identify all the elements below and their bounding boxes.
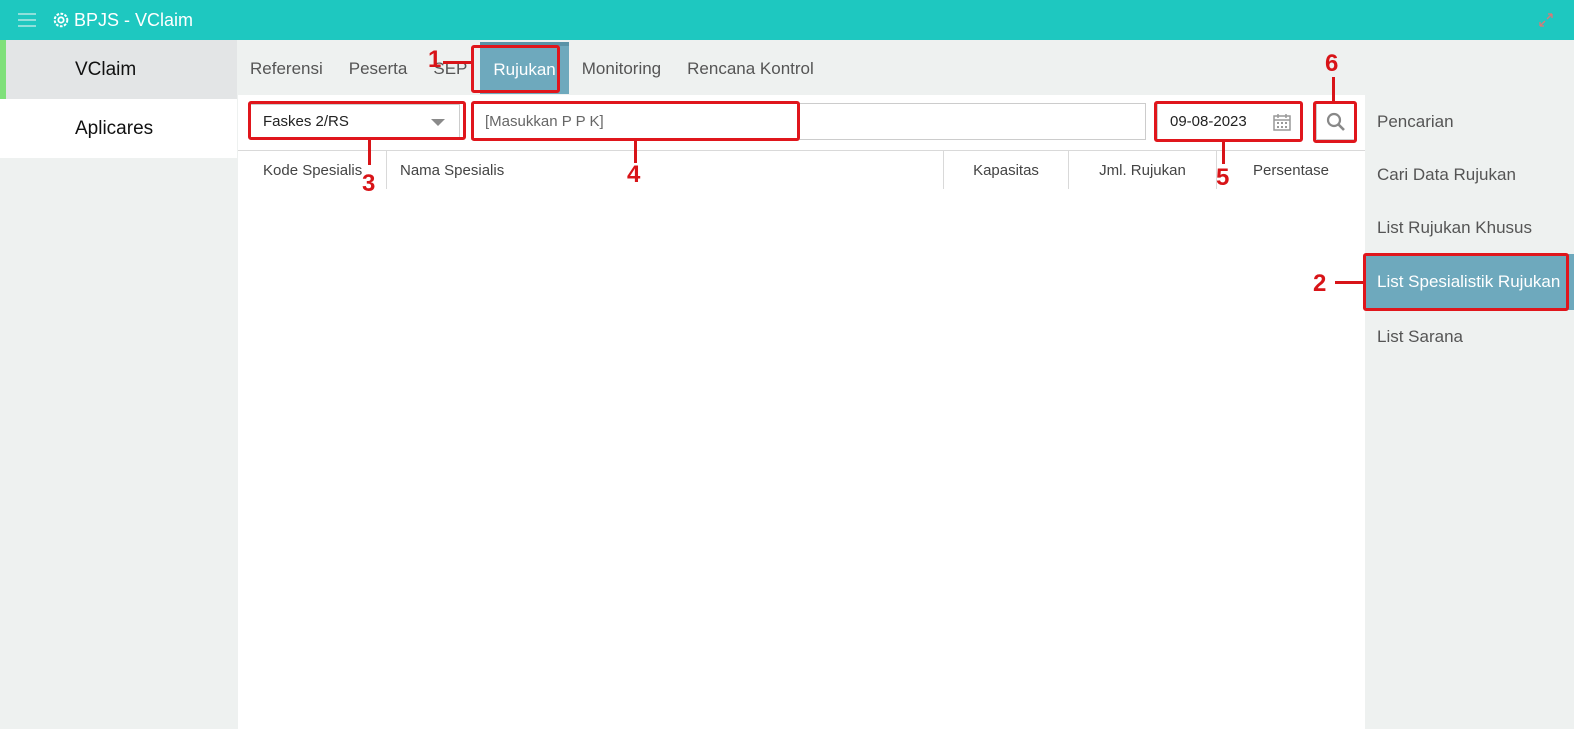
table-header: Kode Spesialis Nama Spesialis Kapasitas …: [238, 150, 1365, 189]
app-title-text: BPJS - VClaim: [74, 9, 194, 30]
sidebar-item-vclaim[interactable]: VClaim: [0, 40, 237, 99]
sidebar-item-label: Aplicares: [75, 117, 154, 139]
annotation-line-5: [1222, 142, 1225, 164]
top-bar: BPJS - VClaim: [0, 0, 1574, 40]
annotation-box-2: [1363, 253, 1569, 311]
right-menu: Pencarian Cari Data Rujukan List Rujukan…: [1365, 95, 1574, 363]
col-persentase[interactable]: Persentase: [1216, 151, 1365, 189]
annotation-label-4: 4: [627, 161, 641, 188]
col-kode-spesialis[interactable]: Kode Spesialis: [263, 151, 362, 189]
annotation-label-3: 3: [362, 170, 376, 197]
menu-cari-data-rujukan[interactable]: Cari Data Rujukan: [1365, 148, 1574, 201]
annotation-box-6: [1313, 101, 1357, 143]
annotation-label-1: 1: [428, 46, 442, 73]
gear-icon: [53, 12, 69, 28]
tab-rencana-kontrol[interactable]: Rencana Kontrol: [674, 44, 827, 94]
annotation-box-1: [471, 45, 560, 93]
annotation-line-1: [443, 61, 471, 64]
annotation-box-3: [248, 101, 466, 140]
col-jml-rujukan[interactable]: Jml. Rujukan: [1068, 151, 1216, 189]
tab-referensi[interactable]: Referensi: [237, 44, 336, 94]
col-nama-spesialis[interactable]: Nama Spesialis: [386, 151, 504, 189]
annotation-line-3: [368, 140, 371, 165]
annotation-line-2: [1335, 281, 1363, 284]
app-title: BPJS - VClaim: [52, 9, 193, 31]
annotation-label-5: 5: [1216, 164, 1230, 191]
left-sidebar: VClaim Aplicares: [0, 40, 237, 158]
sidebar-item-aplicares[interactable]: Aplicares: [0, 99, 237, 158]
tab-monitoring[interactable]: Monitoring: [569, 44, 674, 94]
sidebar-item-label: VClaim: [75, 58, 137, 80]
annotation-label-2: 2: [1313, 270, 1327, 297]
tab-peserta[interactable]: Peserta: [336, 44, 421, 94]
content-panel: [238, 95, 1365, 729]
annotation-line-4: [634, 141, 637, 163]
col-kapasitas[interactable]: Kapasitas: [943, 151, 1068, 189]
menu-list-sarana[interactable]: List Sarana: [1365, 310, 1574, 363]
hamburger-icon[interactable]: [18, 13, 36, 27]
annotation-box-5: [1154, 101, 1303, 142]
annotation-box-4: [471, 101, 800, 141]
expand-icon[interactable]: [1538, 12, 1554, 28]
menu-list-rujukan-khusus[interactable]: List Rujukan Khusus: [1365, 201, 1574, 254]
annotation-line-6: [1332, 77, 1335, 101]
menu-pencarian[interactable]: Pencarian: [1365, 95, 1574, 148]
annotation-label-6: 6: [1325, 50, 1339, 77]
